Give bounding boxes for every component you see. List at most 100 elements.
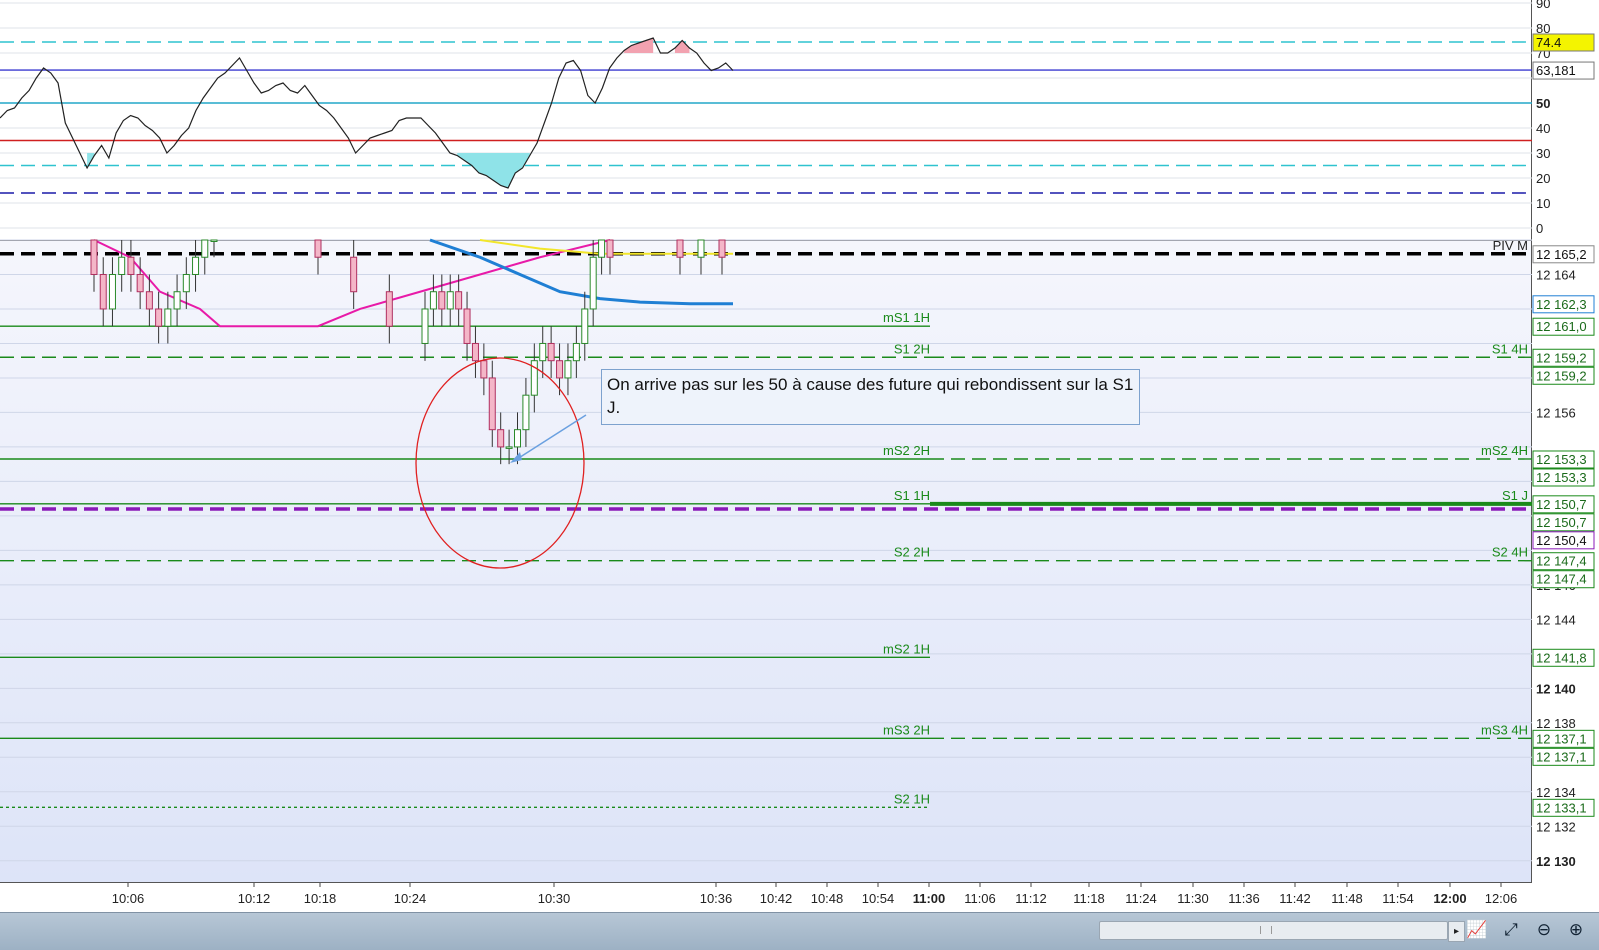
price-tag: 12 147,4 (1536, 554, 1587, 569)
price-tick-label: 12 164 (1536, 267, 1576, 282)
candle-body (556, 360, 564, 379)
scroll-right-button[interactable]: ▸ (1448, 921, 1465, 942)
scroll-grip[interactable] (1260, 926, 1272, 934)
x-tick-label: 11:24 (1125, 891, 1157, 906)
candle-body (173, 291, 181, 310)
candle-body (118, 256, 126, 275)
level-label: S1 4H (1492, 341, 1528, 356)
oscillator-panel-bg (0, 0, 1532, 240)
price-tick-label: 12 138 (1536, 716, 1576, 731)
zoom-in-icon[interactable]: ⊕ (1565, 918, 1587, 942)
oscillator-tag: 74.4 (1536, 35, 1561, 50)
candle-body (446, 291, 454, 310)
level-label: mS2 4H (1481, 443, 1528, 458)
oscillator-tick-label: 0 (1536, 221, 1543, 236)
candle-body (90, 239, 98, 275)
level-label: S1 2H (894, 341, 930, 356)
candle-body (421, 308, 429, 344)
candle-body (210, 239, 218, 242)
price-tag: 12 147,4 (1536, 572, 1587, 587)
candle-body (606, 239, 614, 258)
x-tick-label: 10:36 (700, 891, 733, 906)
candle-body (99, 273, 107, 310)
candle-body (463, 308, 471, 344)
level-label: mS1 1H (883, 310, 930, 325)
price-tag: 12 137,1 (1536, 749, 1587, 764)
price-tag: 12 162,3 (1536, 297, 1587, 312)
candle-body (581, 308, 589, 344)
x-tick-label: 11:06 (964, 891, 996, 906)
candle-body (718, 239, 726, 258)
candle-body (471, 342, 479, 362)
candle-body (145, 291, 153, 310)
candle-body (429, 291, 437, 310)
x-tick-label: 11:30 (1177, 891, 1209, 906)
oscillator-tick-label: 50 (1536, 96, 1550, 111)
price-tag: 12 133,1 (1536, 800, 1587, 815)
level-label: PIV M (1493, 238, 1528, 253)
x-tick-label: 11:00 (913, 891, 946, 906)
x-tick-label: 10:24 (394, 891, 427, 906)
level-label: mS2 1H (883, 641, 930, 656)
price-tick-label: 12 144 (1536, 612, 1576, 627)
x-axis-labels: 10:06 10:12 10:18 10:24 10:30 10:36 10:42 10:48… (112, 883, 1518, 906)
level-label: S1 J (1502, 488, 1528, 503)
x-tick-label: 11:48 (1331, 891, 1363, 906)
level-label: S2 2H (894, 545, 930, 560)
x-tick-label: 11:54 (1382, 891, 1414, 906)
oscillator-tick-label: 30 (1536, 146, 1550, 161)
x-tick-label: 10:30 (538, 891, 571, 906)
level-label: mS3 4H (1481, 722, 1528, 737)
x-tick-label: 10:12 (238, 891, 271, 906)
zoom-fit-icon[interactable]: ⤢ (1500, 918, 1522, 942)
x-tick-label: 10:06 (112, 891, 145, 906)
x-tick-label: 12:06 (1485, 891, 1518, 906)
candle-body (108, 273, 116, 310)
price-tick-label: 12 132 (1536, 819, 1576, 834)
price-tick-label: 12 134 (1536, 785, 1576, 800)
candle-body (480, 360, 488, 379)
candle-body (522, 394, 530, 431)
price-chart[interactable]: PIV M mS1 1H S1 2H S1 4H mS2 2H mS2 4H S1 1H S1… (0, 0, 1599, 912)
oscillator-tick-label: 20 (1536, 171, 1550, 186)
horizontal-scrollbar[interactable] (1099, 921, 1448, 940)
x-tick-label: 11:42 (1279, 891, 1311, 906)
x-tick-label: 12:00 (1433, 891, 1466, 906)
candle-body (598, 239, 606, 258)
candle-body (136, 273, 144, 293)
x-tick-label: 10:48 (811, 891, 844, 906)
candle-body (505, 446, 513, 449)
oscillator-tick-label: 90 (1536, 0, 1550, 11)
level-label: S1 1H (894, 488, 930, 503)
oscillator-tick-label: 10 (1536, 196, 1550, 211)
x-tick-label: 10:54 (862, 891, 895, 906)
candle-body (589, 256, 597, 310)
chart-type-icon[interactable]: 📈 (1466, 918, 1488, 942)
price-tag: 12 161,0 (1536, 319, 1587, 334)
candle-body (127, 256, 135, 275)
candle-body (385, 291, 393, 327)
candle-body (314, 239, 322, 258)
candle-body (438, 291, 446, 310)
candle-body (572, 342, 580, 362)
zoom-out-icon[interactable]: ⊖ (1533, 918, 1555, 942)
x-tick-label: 10:42 (760, 891, 793, 906)
price-tick-label: 12 156 (1536, 405, 1576, 420)
candle-body (201, 239, 209, 258)
candle-body (488, 377, 496, 431)
price-tag: 12 150,4 (1536, 533, 1587, 548)
price-tick-label: 12 130 (1536, 854, 1576, 869)
candle-body (697, 239, 705, 258)
candle-body (676, 239, 684, 258)
price-tag: 12 150,7 (1536, 497, 1587, 512)
level-label: mS3 2H (883, 722, 930, 737)
candle-body (192, 256, 200, 275)
candle-body (455, 291, 463, 310)
price-tag: 12 153,3 (1536, 452, 1587, 467)
annotation-note[interactable]: On arrive pas sur les 50 à cause des fut… (601, 369, 1140, 425)
price-tag: 12 165,2 (1536, 247, 1587, 262)
candle-body (514, 429, 521, 448)
price-tag: 12 153,3 (1536, 470, 1587, 485)
candle-body (350, 256, 358, 293)
candle-body (155, 308, 163, 327)
